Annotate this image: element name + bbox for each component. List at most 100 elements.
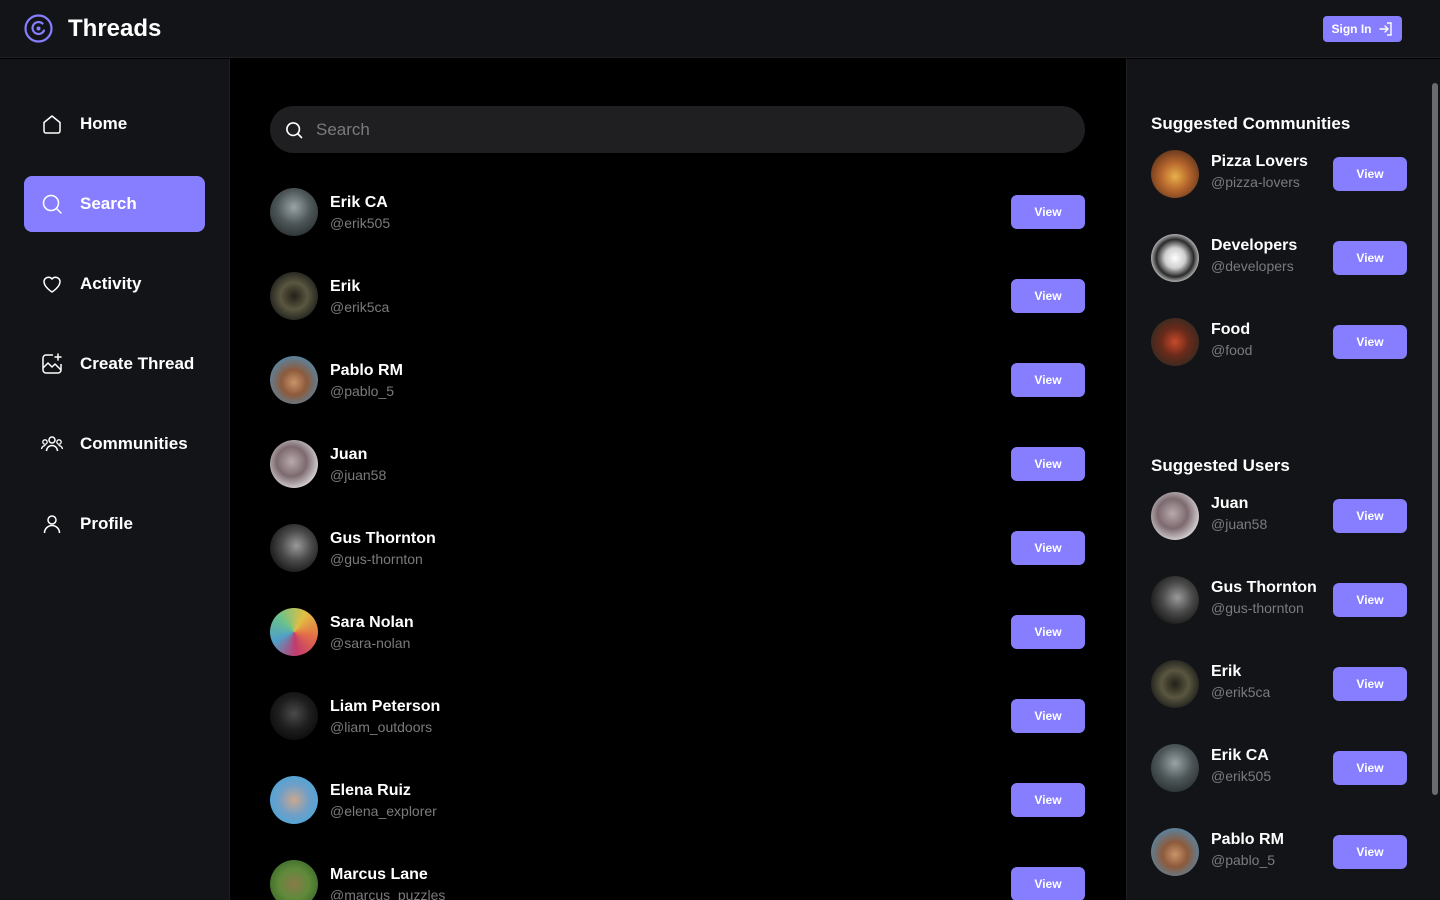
user-name: Erik CA: [1211, 747, 1269, 764]
user-row: Erik CA @erik505 View: [270, 188, 1085, 236]
user-avatar[interactable]: [270, 440, 318, 488]
nav-item-home[interactable]: Home: [24, 96, 205, 152]
view-user-button[interactable]: View: [1011, 531, 1085, 565]
search-bar[interactable]: [270, 106, 1085, 153]
community-avatar[interactable]: [1151, 318, 1199, 366]
scrollbar-thumb[interactable]: [1432, 83, 1438, 795]
user-handle: @erik5ca: [330, 299, 390, 315]
community-avatar[interactable]: [1151, 234, 1199, 282]
search-input[interactable]: [316, 119, 1016, 140]
user-handle: @gus-thornton: [330, 551, 423, 567]
user-name: Erik CA: [330, 194, 388, 211]
sign-in-icon: [1378, 22, 1392, 36]
view-user-button[interactable]: View: [1011, 279, 1085, 313]
view-user-button[interactable]: View: [1011, 447, 1085, 481]
view-user-button[interactable]: View: [1011, 699, 1085, 733]
user-avatar[interactable]: [1151, 660, 1199, 708]
user-name: Juan: [330, 446, 368, 463]
view-user-button[interactable]: View: [1011, 783, 1085, 817]
community-row: Food @food View: [1151, 318, 1407, 366]
user-avatar[interactable]: [270, 692, 318, 740]
view-user-button[interactable]: View: [1011, 363, 1085, 397]
user-name: Liam Peterson: [330, 698, 441, 715]
home-icon: [43, 115, 61, 134]
view-community-button[interactable]: View: [1333, 157, 1407, 191]
view-user-button[interactable]: View: [1011, 615, 1085, 649]
user-name: Juan: [1211, 495, 1249, 512]
view-user-button[interactable]: View: [1011, 867, 1085, 900]
user-name: Pablo RM: [330, 362, 403, 379]
user-avatar[interactable]: [1151, 492, 1199, 540]
suggested-users-heading: Suggested Users: [1151, 456, 1290, 475]
user-avatar[interactable]: [270, 356, 318, 404]
sign-in-label: Sign In: [1331, 22, 1372, 36]
communities-icon: [40, 436, 64, 452]
app-title: Threads: [68, 15, 162, 42]
search-icon: [42, 194, 62, 214]
user-row: Juan @juan58 View: [270, 440, 1085, 488]
suggested-user-row: Erik CA @erik505 View: [1151, 744, 1407, 792]
user-row: Liam Peterson @liam_outdoors View: [270, 692, 1085, 740]
sign-in-button[interactable]: Sign In: [1323, 16, 1402, 42]
user-name: Erik: [1211, 663, 1242, 680]
user-handle: @juan58: [330, 467, 387, 483]
nav-item-search[interactable]: Search: [24, 176, 205, 232]
user-row: Elena Ruiz @elena_explorer View: [270, 776, 1085, 824]
user-row: Sara Nolan @sara-nolan View: [270, 608, 1085, 656]
view-user-button[interactable]: View: [1333, 583, 1407, 617]
community-avatar[interactable]: [1151, 150, 1199, 198]
left-sidebar: Home Search Activity Create Thread Commu…: [0, 59, 230, 900]
user-handle: @erik505: [330, 215, 391, 231]
community-row: Pizza Lovers @pizza-lovers View: [1151, 150, 1407, 198]
user-row: Erik @erik5ca View: [270, 272, 1085, 320]
search-icon: [286, 121, 303, 138]
view-user-button[interactable]: View: [1011, 195, 1085, 229]
user-avatar[interactable]: [270, 272, 318, 320]
user-row: Gus Thornton @gus-thornton View: [270, 524, 1085, 572]
user-avatar[interactable]: [270, 188, 318, 236]
user-avatar[interactable]: [1151, 828, 1199, 876]
user-handle: @gus-thornton: [1211, 600, 1304, 616]
nav-label-home: Home: [80, 114, 128, 133]
user-name: Gus Thornton: [330, 530, 436, 547]
view-community-button[interactable]: View: [1333, 325, 1407, 359]
user-name: Pablo RM: [1211, 831, 1284, 848]
nav-label-activity: Activity: [80, 274, 142, 293]
user-handle: @sara-nolan: [330, 635, 411, 651]
user-name: Marcus Lane: [330, 866, 428, 883]
community-name: Developers: [1211, 237, 1298, 254]
user-row: Pablo RM @pablo_5 View: [270, 356, 1085, 404]
heart-icon: [43, 276, 61, 293]
right-sidebar: Suggested Communities Pizza Lovers @pizz…: [1126, 59, 1430, 900]
view-community-button[interactable]: View: [1333, 241, 1407, 275]
view-user-button[interactable]: View: [1333, 835, 1407, 869]
user-handle: @liam_outdoors: [330, 719, 433, 735]
user-handle: @erik505: [1211, 768, 1272, 784]
nav-label-create-thread: Create Thread: [80, 354, 195, 373]
nav-label-profile: Profile: [80, 514, 133, 533]
user-avatar[interactable]: [270, 608, 318, 656]
user-handle: @elena_explorer: [330, 803, 437, 819]
community-name: Pizza Lovers: [1211, 153, 1308, 170]
topbar: Threads Sign In: [0, 0, 1440, 58]
user-avatar[interactable]: [270, 860, 318, 900]
view-user-button[interactable]: View: [1333, 499, 1407, 533]
scrollbar[interactable]: [1430, 59, 1440, 900]
create-thread-icon: [42, 353, 62, 374]
community-row: Developers @developers View: [1151, 234, 1407, 282]
view-user-button[interactable]: View: [1333, 667, 1407, 701]
nav-item-communities[interactable]: Communities: [24, 416, 205, 472]
view-user-button[interactable]: View: [1333, 751, 1407, 785]
user-avatar[interactable]: [1151, 576, 1199, 624]
threads-logo-icon[interactable]: [24, 14, 53, 43]
user-avatar[interactable]: [270, 524, 318, 572]
user-avatar[interactable]: [270, 776, 318, 824]
user-avatar[interactable]: [1151, 744, 1199, 792]
nav-item-create-thread[interactable]: Create Thread: [24, 336, 205, 392]
nav-item-activity[interactable]: Activity: [24, 256, 205, 312]
user-handle: @pablo_5: [1211, 852, 1276, 868]
user-name: Erik: [330, 278, 361, 295]
community-handle: @pizza-lovers: [1211, 174, 1300, 190]
user-name: Gus Thornton: [1211, 579, 1317, 596]
nav-item-profile[interactable]: Profile: [24, 496, 205, 552]
